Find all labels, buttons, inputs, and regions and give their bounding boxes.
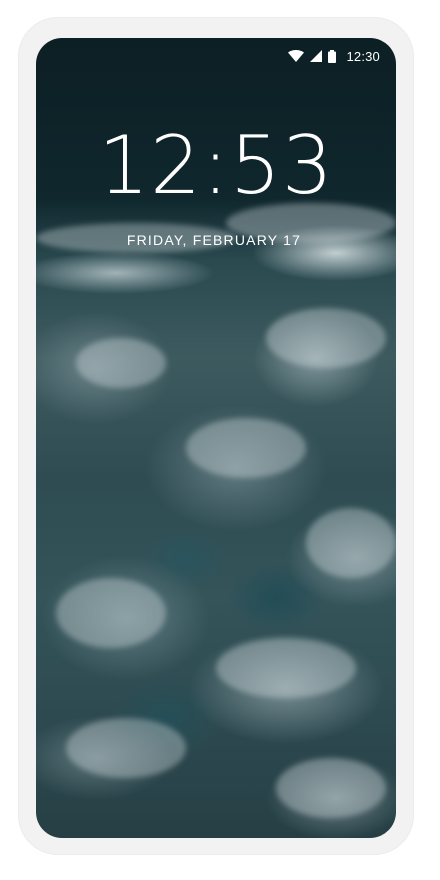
status-bar: 12:30 <box>36 38 396 74</box>
lock-date: FRIDAY, FEBRUARY 17 <box>126 232 302 248</box>
wifi-icon <box>288 50 305 62</box>
lock-screen[interactable]: 12:30 12:53 FRIDAY, FEBRUARY 17 <box>36 38 396 838</box>
status-time: 12:30 <box>346 48 380 64</box>
signal-icon <box>310 50 323 62</box>
battery-icon <box>328 49 337 63</box>
lock-clock: 12:53 <box>98 119 334 212</box>
